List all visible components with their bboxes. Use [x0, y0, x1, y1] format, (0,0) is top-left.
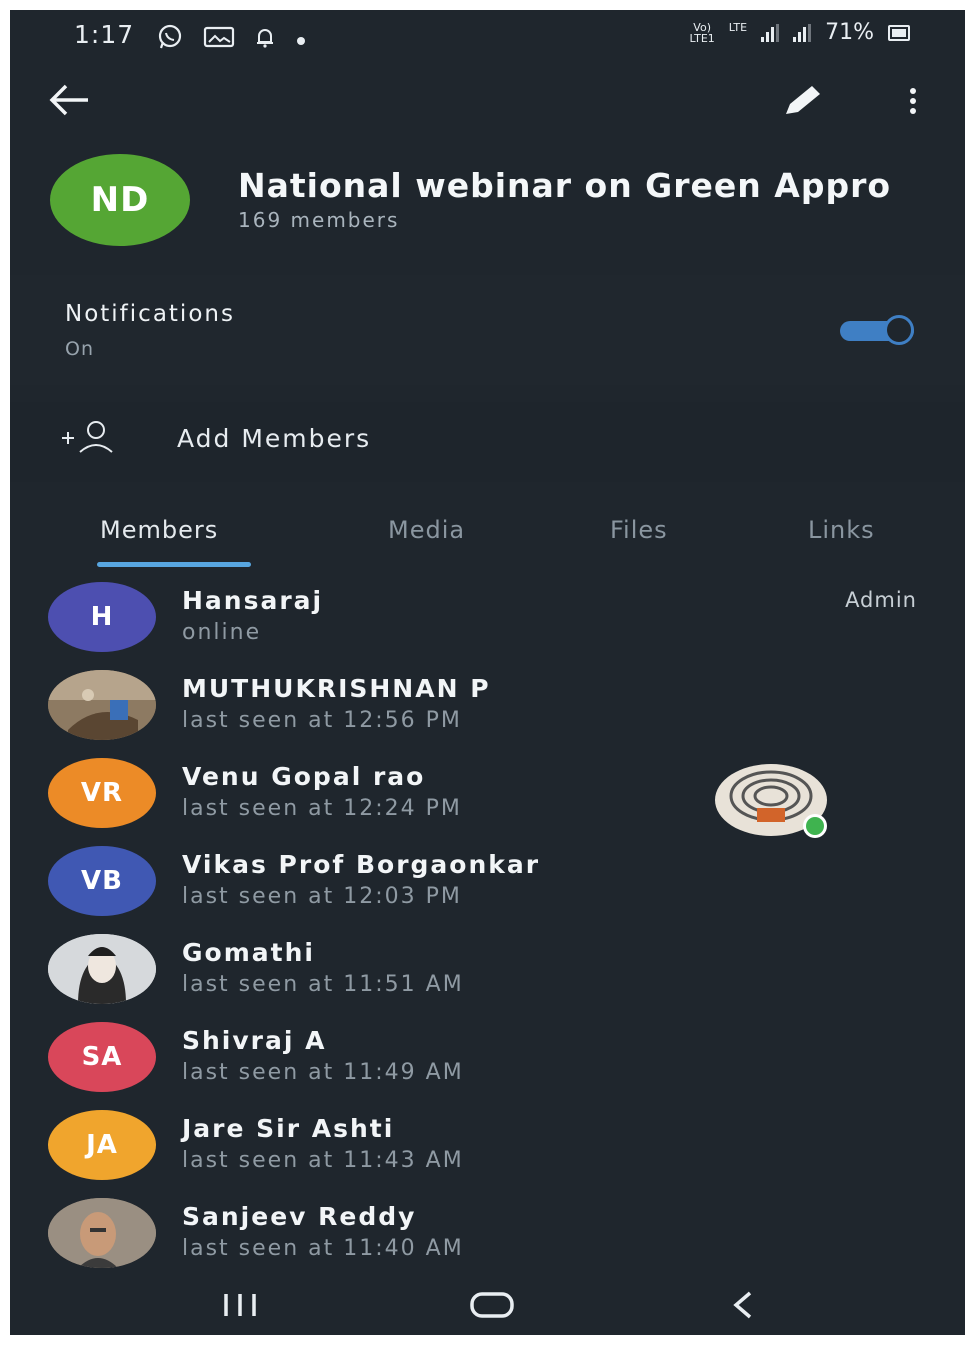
more-vertical-icon	[910, 88, 916, 94]
bell-icon	[253, 25, 277, 54]
member-name: Sanjeev Reddy	[182, 1202, 417, 1231]
member-name: Jare Sir Ashti	[182, 1114, 395, 1143]
tab-files[interactable]: Files	[610, 516, 668, 544]
whatsapp-icon	[155, 24, 185, 55]
notifications-status: On	[65, 338, 94, 360]
member-name: Venu Gopal rao	[182, 762, 426, 791]
avatar: SA	[48, 1022, 156, 1092]
battery-percent: 71%	[825, 20, 874, 45]
gallery-icon	[203, 25, 235, 54]
add-members-row[interactable]: Add Members	[10, 402, 965, 482]
avatar-photo	[48, 670, 156, 740]
member-status: last seen at 11:51 AM	[182, 972, 464, 997]
back-button[interactable]	[48, 82, 98, 122]
pencil-icon	[786, 86, 820, 114]
status-time: 1:17	[74, 20, 135, 49]
group-member-count: 169 members	[238, 208, 400, 232]
lte-label: LTE	[728, 20, 748, 34]
group-avatar[interactable]: ND	[50, 154, 190, 246]
home-icon	[470, 1292, 514, 1318]
notifications-toggle[interactable]	[840, 315, 920, 345]
avatar-photo	[48, 1198, 156, 1268]
recent-apps-icon	[224, 1294, 256, 1316]
dot-icon	[295, 28, 307, 52]
member-row[interactable]: Sanjeev Reddy last seen at 11:40 AM	[10, 1198, 965, 1278]
nav-back-icon	[733, 1291, 752, 1319]
home-button[interactable]	[470, 1290, 514, 1330]
member-row[interactable]: H Hansaraj online Admin	[10, 582, 965, 662]
tab-media[interactable]: Media	[388, 516, 465, 544]
avatar: JA	[48, 1110, 156, 1180]
add-user-icon	[60, 418, 120, 458]
nav-back-button[interactable]	[728, 1290, 758, 1330]
member-name: Gomathi	[182, 938, 315, 967]
member-status: last seen at 11:40 AM	[182, 1236, 464, 1261]
group-title: National webinar on Green Appro	[238, 166, 892, 205]
member-status: last seen at 11:43 AM	[182, 1148, 464, 1173]
member-status: last seen at 12:56 PM	[182, 708, 462, 733]
member-status: online	[182, 620, 262, 645]
notifications-label: Notifications	[65, 301, 235, 327]
status-right: Vo) LTE1 LTE 71%	[689, 20, 910, 45]
member-row[interactable]: MUTHUKRISHNAN P last seen at 12:56 PM	[10, 670, 965, 750]
phone-screen: 1:17 Vo) LTE1 LTE 71% ND National webina…	[10, 10, 965, 1335]
group-header: ND National webinar on Green Appro 169 m…	[10, 152, 965, 252]
notification-icons	[155, 24, 307, 55]
signal-icon-2	[793, 23, 812, 42]
more-options-button[interactable]	[898, 84, 928, 124]
notifications-row[interactable]: Notifications On	[10, 275, 965, 385]
member-role-badge: Admin	[845, 588, 917, 612]
signal-icon	[761, 23, 780, 42]
member-name: Hansaraj	[182, 586, 324, 615]
member-name: Vikas Prof Borgaonkar	[182, 850, 541, 879]
member-row[interactable]: VB Vikas Prof Borgaonkar last seen at 12…	[10, 846, 965, 926]
toolbar	[10, 72, 965, 132]
member-status: last seen at 11:49 AM	[182, 1060, 464, 1085]
recent-apps-button[interactable]	[220, 1290, 260, 1330]
member-row[interactable]: Gomathi last seen at 11:51 AM	[10, 934, 965, 1014]
system-nav-bar	[10, 1290, 965, 1335]
member-name: Shivraj A	[182, 1026, 327, 1055]
avatar: VB	[48, 846, 156, 916]
member-name: MUTHUKRISHNAN P	[182, 674, 491, 703]
tab-bar: Members Media Files Links	[10, 510, 965, 570]
tab-links[interactable]: Links	[808, 516, 875, 544]
avatar: VR	[48, 758, 156, 828]
volte-label: Vo) LTE1	[689, 20, 715, 45]
status-bar: 1:17 Vo) LTE1 LTE 71%	[10, 10, 965, 62]
member-status: last seen at 12:24 PM	[182, 796, 462, 821]
avatar-photo	[48, 934, 156, 1004]
tab-indicator	[97, 562, 251, 567]
member-row[interactable]: SA Shivraj A last seen at 11:49 AM	[10, 1022, 965, 1102]
avatar: H	[48, 582, 156, 652]
floating-chat-head[interactable]	[713, 762, 831, 840]
arrow-left-icon	[49, 84, 88, 116]
member-row[interactable]: JA Jare Sir Ashti last seen at 11:43 AM	[10, 1110, 965, 1190]
tab-members[interactable]: Members	[100, 516, 218, 544]
add-members-label: Add Members	[177, 424, 372, 453]
member-status: last seen at 12:03 PM	[182, 884, 462, 909]
edit-button[interactable]	[780, 84, 824, 124]
battery-icon	[888, 24, 910, 41]
